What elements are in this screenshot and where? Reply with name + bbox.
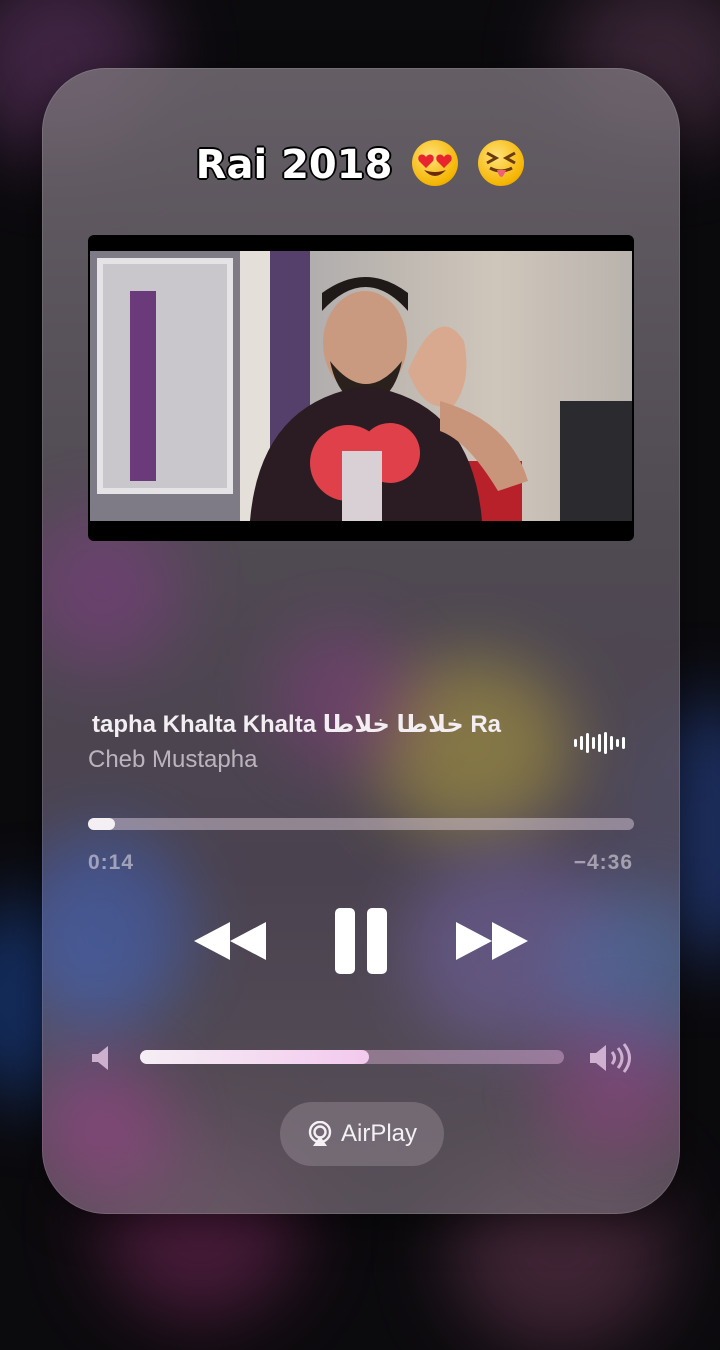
playback-progress-fill (88, 818, 116, 830)
airplay-button[interactable]: AirPlay (280, 1102, 444, 1166)
video-caption: Rai 2018 (0, 140, 720, 189)
remaining-time: −4:36 (573, 851, 633, 874)
playback-scrubber[interactable] (88, 818, 634, 830)
volume-slider[interactable] (140, 1050, 564, 1064)
squinting-tongue-emoji-icon (478, 140, 525, 186)
heart-eyes-emoji-icon (412, 140, 459, 186)
volume-level-fill (140, 1050, 369, 1064)
rewind-button[interactable] (192, 918, 268, 964)
video-thumbnail (90, 251, 632, 521)
audio-waveform-icon (574, 731, 625, 755)
pause-button[interactable] (334, 906, 388, 976)
rewind-icon (194, 922, 266, 960)
song-title: tapha Khalta Khalta خلاطا خلاطا Ra (92, 711, 502, 738)
fast-forward-icon (456, 922, 528, 960)
caption-text: Rai 2018 (195, 141, 394, 189)
airplay-icon (308, 1121, 332, 1146)
volume-low-icon (90, 1044, 112, 1072)
fast-forward-button[interactable] (454, 918, 530, 964)
volume-high-icon (588, 1042, 632, 1074)
pause-icon (335, 908, 387, 974)
elapsed-time: 0:14 (88, 851, 135, 874)
artist-name[interactable]: Cheb Mustapha (88, 746, 257, 774)
video-player[interactable] (88, 235, 634, 541)
airplay-label: AirPlay (340, 1120, 418, 1147)
